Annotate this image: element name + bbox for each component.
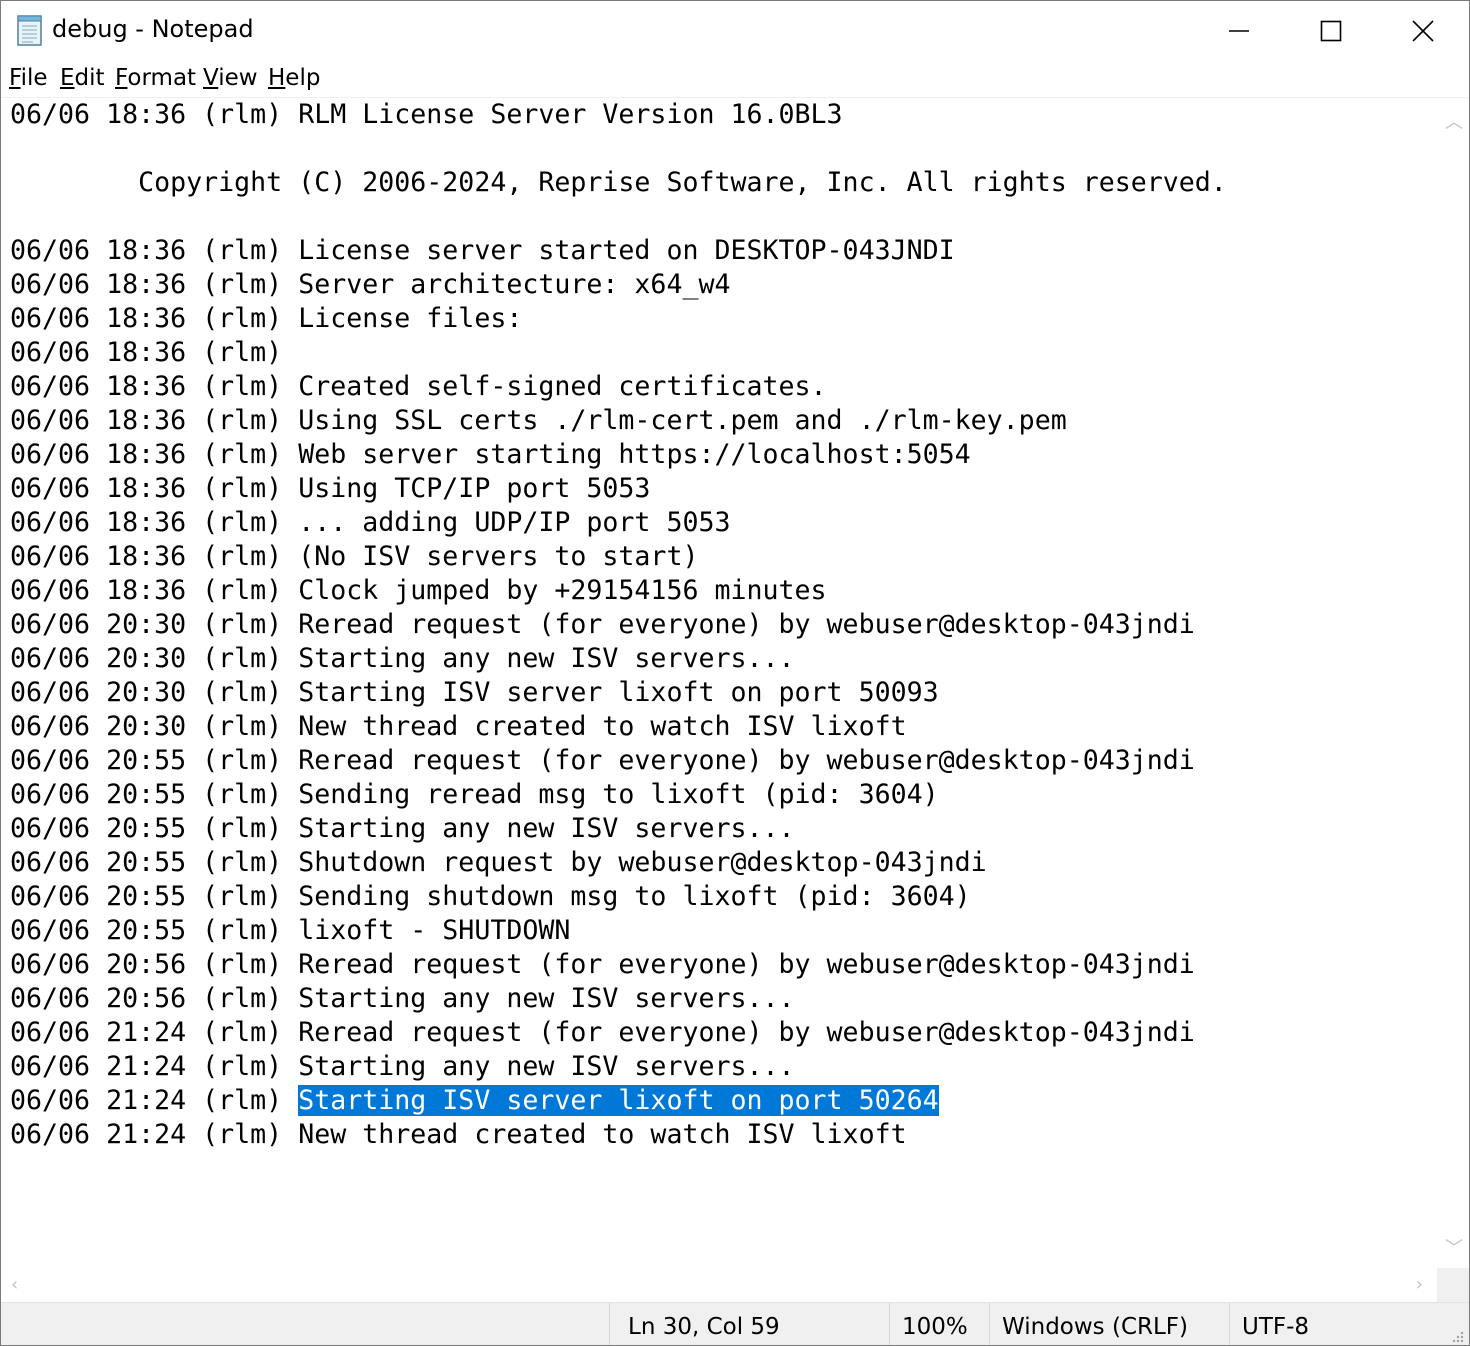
- resize-grip-icon[interactable]: [1449, 1328, 1465, 1344]
- scroll-right-icon[interactable]: ›: [1416, 1274, 1423, 1295]
- maximize-icon: [1320, 20, 1342, 42]
- text-line[interactable]: 06/06 21:24 (rlm) Starting any new ISV s…: [10, 1050, 1227, 1084]
- menu-file-label: ile: [20, 65, 48, 91]
- menu-edit-accel: E: [60, 65, 75, 91]
- menu-help-accel: H: [268, 65, 286, 91]
- status-zoom: 100%: [889, 1303, 989, 1345]
- editor-lines[interactable]: 06/06 18:36 (rlm) RLM License Server Ver…: [10, 98, 1227, 1152]
- menu-help[interactable]: Help: [266, 65, 322, 91]
- text-line[interactable]: 06/06 21:24 (rlm) New thread created to …: [10, 1118, 1227, 1152]
- text-line[interactable]: 06/06 20:55 (rlm) lixoft - SHUTDOWN: [10, 914, 1227, 948]
- menu-edit-label: dit: [74, 65, 105, 91]
- text-line[interactable]: 06/06 20:55 (rlm) Starting any new ISV s…: [10, 812, 1227, 846]
- text-line[interactable]: 06/06 20:56 (rlm) Reread request (for ev…: [10, 948, 1227, 982]
- text-line[interactable]: 06/06 18:36 (rlm) ... adding UDP/IP port…: [10, 506, 1227, 540]
- text-editor[interactable]: 06/06 18:36 (rlm) RLM License Server Ver…: [1, 98, 1437, 1268]
- menu-format[interactable]: Format: [113, 65, 198, 91]
- text-line[interactable]: 06/06 18:36 (rlm) Created self-signed ce…: [10, 370, 1227, 404]
- text-line-prefix: 06/06 21:24 (rlm): [10, 1085, 299, 1116]
- text-line[interactable]: 06/06 18:36 (rlm) Web server starting ht…: [10, 438, 1227, 472]
- text-line[interactable]: 06/06 18:36 (rlm) RLM License Server Ver…: [10, 98, 1227, 132]
- text-line[interactable]: 06/06 20:55 (rlm) Shutdown request by we…: [10, 846, 1227, 880]
- minimize-icon: [1229, 30, 1249, 32]
- text-line[interactable]: 06/06 18:36 (rlm) Using TCP/IP port 5053: [10, 472, 1227, 506]
- menu-file-accel: F: [9, 65, 21, 91]
- notepad-window: debug - Notepad File Edit Format View He…: [0, 0, 1470, 1346]
- text-line[interactable]: 06/06 21:24 (rlm) Starting ISV server li…: [10, 1084, 1227, 1118]
- text-line[interactable]: 06/06 18:36 (rlm) (No ISV servers to sta…: [10, 540, 1227, 574]
- text-line[interactable]: [10, 132, 1227, 166]
- menu-edit[interactable]: Edit: [58, 65, 107, 91]
- text-line[interactable]: 06/06 20:55 (rlm) Reread request (for ev…: [10, 744, 1227, 778]
- menu-view-accel: V: [203, 65, 219, 91]
- menu-file[interactable]: File: [7, 65, 50, 91]
- text-line[interactable]: 06/06 20:30 (rlm) Reread request (for ev…: [10, 608, 1227, 642]
- selected-text[interactable]: Starting ISV server lixoft on port 50264: [298, 1085, 939, 1116]
- text-line[interactable]: 06/06 18:36 (rlm) Server architecture: x…: [10, 268, 1227, 302]
- text-line[interactable]: 06/06 18:36 (rlm) License files:: [10, 302, 1227, 336]
- status-line-ending: Windows (CRLF): [989, 1303, 1229, 1345]
- menu-format-label: ormat: [127, 65, 197, 91]
- text-line[interactable]: 06/06 18:36 (rlm) Using SSL certs ./rlm-…: [10, 404, 1227, 438]
- scroll-left-icon[interactable]: ‹: [11, 1274, 18, 1295]
- scroll-down-icon[interactable]: ﹀: [1445, 1234, 1463, 1260]
- vertical-scrollbar[interactable]: ︿ ﹀: [1437, 98, 1469, 1268]
- title-bar[interactable]: debug - Notepad: [1, 1, 1469, 61]
- text-line[interactable]: 06/06 18:36 (rlm) Clock jumped by +29154…: [10, 574, 1227, 608]
- text-line[interactable]: 06/06 20:55 (rlm) Sending shutdown msg t…: [10, 880, 1227, 914]
- minimize-button[interactable]: [1193, 1, 1285, 61]
- menu-help-label: elp: [285, 65, 321, 91]
- status-bar: Ln 30, Col 59 100% Windows (CRLF) UTF-8: [1, 1302, 1469, 1345]
- menu-view[interactable]: View: [201, 65, 260, 91]
- status-encoding: UTF-8: [1229, 1303, 1469, 1345]
- close-icon: [1412, 20, 1434, 42]
- menu-view-label: iew: [218, 65, 258, 91]
- scroll-up-icon[interactable]: ︿: [1445, 108, 1463, 134]
- close-button[interactable]: [1377, 1, 1469, 61]
- text-line[interactable]: 06/06 20:56 (rlm) Starting any new ISV s…: [10, 982, 1227, 1016]
- text-line[interactable]: 06/06 20:30 (rlm) New thread created to …: [10, 710, 1227, 744]
- text-line[interactable]: 06/06 18:36 (rlm) License server started…: [10, 234, 1227, 268]
- notepad-icon: [17, 15, 42, 46]
- text-line[interactable]: 06/06 20:30 (rlm) Starting ISV server li…: [10, 676, 1227, 710]
- maximize-button[interactable]: [1285, 1, 1377, 61]
- text-line[interactable]: 06/06 18:36 (rlm): [10, 336, 1227, 370]
- horizontal-scrollbar[interactable]: ‹ ›: [1, 1268, 1437, 1302]
- status-cursor-position: Ln 30, Col 59: [609, 1303, 889, 1345]
- menu-format-accel: F: [115, 65, 128, 91]
- scrollbar-corner: [1437, 1268, 1469, 1302]
- text-line[interactable]: 06/06 20:30 (rlm) Starting any new ISV s…: [10, 642, 1227, 676]
- text-line[interactable]: 06/06 20:55 (rlm) Sending reread msg to …: [10, 778, 1227, 812]
- text-line[interactable]: 06/06 21:24 (rlm) Reread request (for ev…: [10, 1016, 1227, 1050]
- text-line[interactable]: [10, 200, 1227, 234]
- menu-bar: File Edit Format View Help: [1, 61, 1469, 98]
- text-line[interactable]: Copyright (C) 2006-2024, Reprise Softwar…: [10, 166, 1227, 200]
- window-title: debug - Notepad: [52, 15, 254, 43]
